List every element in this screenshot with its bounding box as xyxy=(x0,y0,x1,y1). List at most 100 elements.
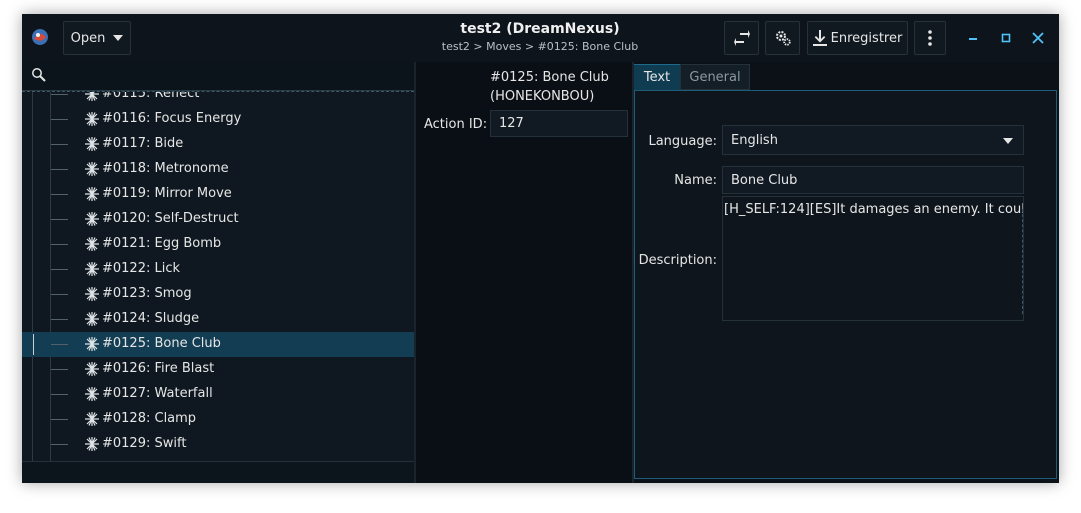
move-burst-icon xyxy=(85,262,99,276)
tree-item[interactable]: #0128: Clamp xyxy=(22,407,414,432)
tree-branch-line xyxy=(51,394,68,395)
swap-arrows-icon xyxy=(733,30,750,46)
tab-general-label: General xyxy=(689,69,741,85)
name-field[interactable]: Bone Club xyxy=(722,166,1024,194)
tab-text[interactable]: Text xyxy=(634,64,680,90)
chevron-down-icon xyxy=(113,35,124,41)
tree-item[interactable]: #0127: Waterfall xyxy=(22,382,414,407)
tree-item-label: #0117: Bide xyxy=(102,136,184,151)
tree-item-label: #0120: Self-Destruct xyxy=(102,211,239,226)
tree-item[interactable]: #0123: Smog xyxy=(22,282,414,307)
tree-search-input[interactable] xyxy=(22,62,414,91)
chevron-down-icon xyxy=(1003,138,1013,144)
header-bar: Open test2 (DreamNexus) test2 > Moves > … xyxy=(22,14,1059,62)
move-burst-icon xyxy=(85,337,99,351)
gears-icon xyxy=(775,31,791,46)
tree-item[interactable]: #0119: Mirror Move xyxy=(22,182,414,207)
more-options-button[interactable] xyxy=(914,21,946,55)
move-title-internal: (HONEKONBOU) xyxy=(490,89,595,104)
action-id-label: Action ID: xyxy=(424,117,488,132)
tree-item-label: #0122: Lick xyxy=(102,261,181,276)
tree-item[interactable]: #0120: Self-Destruct xyxy=(22,207,414,232)
language-select[interactable]: English xyxy=(722,125,1024,155)
tree-item[interactable]: #0122: Lick xyxy=(22,257,414,282)
tree-item[interactable]: #0118: Metronome xyxy=(22,157,414,182)
tree-item[interactable]: #0126: Fire Blast xyxy=(22,357,414,382)
tree-item-label: #0123: Smog xyxy=(102,286,192,301)
language-label: Language: xyxy=(648,134,717,149)
tree-branch-line xyxy=(51,444,68,445)
minimize-icon xyxy=(969,38,977,40)
tree-item-label: #0128: Clamp xyxy=(102,411,197,426)
description-value: [H_SELF:124][ES]It damages an enemy. It … xyxy=(724,202,1024,217)
detail-panel: #0125: Bone Club (HONEKONBOU) Action ID:… xyxy=(416,62,632,483)
tree-branch-line xyxy=(51,369,68,370)
breadcrumb: test2 > Moves > #0125: Bone Club xyxy=(441,40,639,53)
move-title: #0125: Bone Club (HONEKONBOU) xyxy=(490,68,630,106)
close-icon xyxy=(1032,32,1044,44)
move-burst-icon xyxy=(85,312,99,326)
move-title-name: #0125: Bone Club xyxy=(490,70,609,85)
download-icon xyxy=(812,30,827,46)
swap-button[interactable] xyxy=(724,21,759,55)
maximize-icon xyxy=(1001,33,1011,43)
tree-item-label: #0121: Egg Bomb xyxy=(102,236,222,251)
tree-item[interactable]: #0124: Sludge xyxy=(22,307,414,332)
tree-item-label: #0119: Mirror Move xyxy=(102,186,232,201)
tree-branch-line xyxy=(51,94,68,95)
tree-branch-line xyxy=(51,119,68,120)
tree-item[interactable]: #0117: Bide xyxy=(22,132,414,157)
move-burst-icon xyxy=(85,412,99,426)
tree-item-label: #0118: Metronome xyxy=(102,161,229,176)
minimize-button[interactable] xyxy=(961,26,985,50)
tree-item-label: #0115: Reflect xyxy=(102,91,200,101)
description-field[interactable]: [H_SELF:124][ES]It damages an enemy. It … xyxy=(722,196,1024,321)
tree-item[interactable]: #0115: Reflect xyxy=(22,91,414,107)
description-scrollbar[interactable] xyxy=(1022,209,1023,314)
tree-item-selected[interactable]: #0125: Bone Club xyxy=(22,332,414,357)
text-tab-content: Language: English Name: Bone Club Descri… xyxy=(634,90,1057,479)
move-burst-icon xyxy=(85,387,99,401)
tree-branch-line xyxy=(51,319,68,320)
move-burst-icon xyxy=(85,212,99,226)
vertical-ellipsis-icon xyxy=(928,30,932,46)
open-button[interactable]: Open xyxy=(63,21,131,55)
action-id-field[interactable]: 127 xyxy=(490,110,628,137)
app-logo-icon xyxy=(32,29,48,45)
tree-footer xyxy=(22,461,414,483)
move-burst-icon xyxy=(85,137,99,151)
tree-branch-line xyxy=(51,169,68,170)
tree-branch-line xyxy=(51,219,68,220)
tree-branch-line xyxy=(51,419,68,420)
window-title: test2 (DreamNexus) xyxy=(460,21,620,37)
moves-tree[interactable]: #0115: Reflect #0116: Focus Energy #0117: … xyxy=(22,91,414,463)
move-burst-icon xyxy=(85,92,99,101)
tree-item[interactable]: #0121: Egg Bomb xyxy=(22,232,414,257)
properties-panel: Text General Language: English Name: Bon… xyxy=(634,62,1059,483)
tab-text-label: Text xyxy=(643,70,671,85)
tree-item-label: #0126: Fire Blast xyxy=(102,361,215,376)
save-button[interactable]: Enregistrer xyxy=(807,21,908,55)
close-button[interactable] xyxy=(1026,26,1050,50)
tree-branch-line xyxy=(51,244,68,245)
name-label: Name: xyxy=(674,173,717,188)
tree-item[interactable]: #0116: Focus Energy xyxy=(22,107,414,132)
move-burst-icon xyxy=(85,112,99,126)
maximize-button[interactable] xyxy=(994,26,1018,50)
settings-button[interactable] xyxy=(765,21,800,55)
selection-indicator xyxy=(33,334,34,355)
tree-item-label: #0116: Focus Energy xyxy=(102,111,242,126)
tree-branch-line xyxy=(51,269,68,270)
tab-general[interactable]: General xyxy=(680,64,750,90)
tree-item[interactable]: #0129: Swift xyxy=(22,432,414,457)
language-value: English xyxy=(731,132,778,148)
tree-item-label: #0125: Bone Club xyxy=(102,336,221,351)
search-icon xyxy=(32,68,46,82)
open-button-label: Open xyxy=(70,30,106,46)
tree-item-label: #0127: Waterfall xyxy=(102,386,213,401)
description-label: Description: xyxy=(638,253,717,268)
move-burst-icon xyxy=(85,162,99,176)
tree-branch-line xyxy=(51,194,68,195)
tree-item-label: #0129: Swift xyxy=(102,436,187,451)
app-window: Open test2 (DreamNexus) test2 > Moves > … xyxy=(22,14,1059,483)
